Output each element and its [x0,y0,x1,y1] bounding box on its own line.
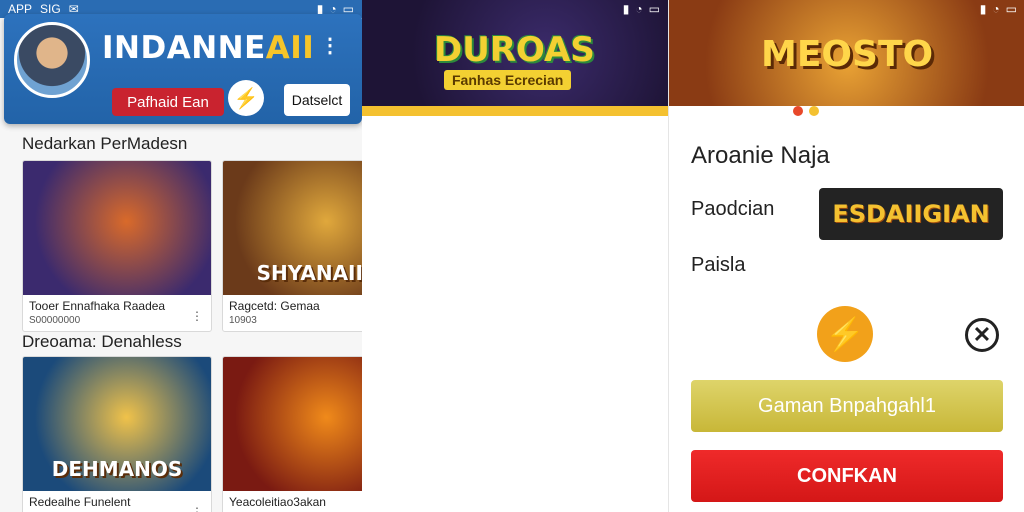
more-options-icon[interactable]: ⋮ [191,505,203,512]
section-title: Nedarkan PerMadesn [22,134,188,153]
detail-heading: Aroanie Naja [691,142,830,169]
detail-label: Paodcian [691,198,775,220]
featured-logo: DUROAS [434,30,595,70]
thumbnail-logo-text: SHYANAIIS [256,261,362,285]
section-title: Dreoama: Denahless [22,332,182,351]
game-title: Tooer Ennafhaka Raadea [29,299,166,313]
detail-panel: ▮ ◔ ▭ MEOSTO Aroanie Naja Paodcian ESDAI… [668,0,1024,512]
wifi-icon: ◔ [635,2,643,16]
featured-subtitle: Fanhas Ecrecian [444,70,572,90]
game-meta: S00000000 [29,315,81,326]
bolt-icon: ⚡ [233,87,259,110]
carousel-dot-active[interactable] [793,106,803,116]
game-thumbnail[interactable] [223,357,362,491]
screen: APP SIG ✉ ▮ ◔ ▭ INDANNEAII ⋮ Pafhaid Ean… [0,0,1024,512]
game-thumbnail[interactable]: DEHMANOS [23,357,211,491]
featured-banner[interactable]: ▮ ◔ ▭ DUROAS Fanhas Ecrecian [362,0,668,106]
bolt-icon: ⚡ [825,316,865,352]
primary-button[interactable]: Pafhaid Ean [112,88,224,116]
featured-panel: ▮ ◔ ▭ DUROAS Fanhas Ecrecian [362,0,668,512]
banner-accent-bar [362,106,668,116]
detail-banner: ▮ ◔ ▭ MEOSTO [669,0,1024,106]
game-card[interactable]: Tooer Ennafhaka Raadea S00000000 ⋮ [22,160,212,332]
carousel-dots[interactable] [793,106,819,116]
detail-label: Paisla [691,254,746,276]
confirm-button[interactable]: CONFKAN [691,450,1003,502]
signal-icon: ▮ [622,2,630,16]
signal-icon: ▮ [979,2,987,16]
carousel-dot[interactable] [809,106,819,116]
game-card[interactable]: DEHMANOSRedealhe FunelentS0000000⋮ [22,356,212,512]
game-grid: Tooer Ennafhaka Raadea S00000000 ⋮ SHYANAII… [22,160,362,332]
detail-logo: MEOSTO [761,34,934,75]
secondary-button[interactable]: Datselct [284,84,350,116]
app-title: INDANNEAII [102,30,315,66]
bolt-button[interactable]: ⚡ [228,80,264,116]
game-title: Redealhe Funelent [29,495,131,509]
close-icon[interactable]: ✕ [965,318,999,352]
game-card[interactable]: Yeacoleitiao3akanS0000000⋮ [222,356,362,512]
game-title: Ragcetd: Gemaa [229,299,320,313]
bolt-button[interactable]: ⚡ [817,306,873,362]
game-grid: DEHMANOSRedealhe FunelentS0000000⋮Yeacol… [22,356,362,512]
avatar[interactable] [14,22,90,98]
game-thumbnail[interactable] [23,161,211,295]
more-options-icon[interactable]: ⋮ [320,36,340,56]
badge-button[interactable]: ESDAIIGIAN [819,188,1003,240]
status-bar: ▮ ◔ ▭ [623,2,660,16]
library-panel: APP SIG ✉ ▮ ◔ ▭ INDANNEAII ⋮ Pafhaid Ean… [0,0,362,512]
game-card[interactable]: SHYANAIISRagcetd: Gemaa10903⋮ [222,160,362,332]
game-meta: 10903 [229,315,257,326]
status-bar: ▮ ◔ ▭ [980,2,1017,16]
gold-action-button[interactable]: Gaman Bnpahgahl1 [691,380,1003,432]
more-options-icon[interactable]: ⋮ [191,309,203,323]
wifi-icon: ◔ [992,2,1000,16]
battery-icon: ▭ [648,2,660,16]
thumbnail-logo-text: DEHMANOS [51,457,183,481]
game-title: Yeacoleitiao3akan [229,495,326,509]
battery-icon: ▭ [1005,2,1017,16]
game-thumbnail[interactable]: SHYANAIIS [223,161,362,295]
